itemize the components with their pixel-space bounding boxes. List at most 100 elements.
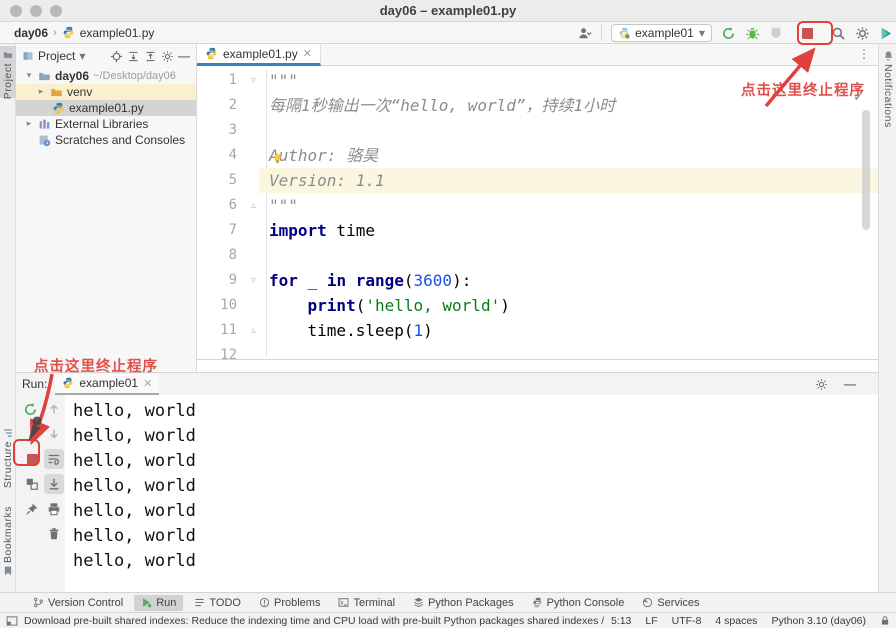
tree-item-venv[interactable]: ▸ venv [16, 84, 196, 100]
tool-window-button-problems[interactable]: Problems [252, 595, 327, 611]
fold-start-icon[interactable]: ▿ [251, 68, 256, 93]
tool-window-tab-notifications[interactable]: Notifications [879, 46, 896, 156]
fold-end-icon[interactable]: ▵ [251, 193, 256, 218]
status-message[interactable]: Download pre-built shared indexes: Reduc… [24, 615, 604, 627]
console-line: hello, world [73, 526, 196, 546]
tool-window-tab-bookmarks[interactable]: Bookmarks [0, 502, 16, 576]
gutter-line-number: 3 [228, 122, 237, 138]
tree-item-external-libraries[interactable]: ▸ External Libraries [16, 116, 196, 132]
project-panel-header: Project ▼ — [16, 44, 196, 68]
expand-all-icon[interactable] [127, 50, 140, 63]
code-editor[interactable]: 1 ▿ 2 3 4 5 6 ▵ 7 8 9 ▿ 10 11 ▵ 12 """ 每隔1秒输出一次“hello, w… [197, 66, 878, 360]
settings-gear-icon[interactable] [855, 26, 870, 41]
gutter-line-number: 12 [220, 347, 237, 360]
fold-end-icon[interactable]: ▵ [251, 318, 256, 343]
tool-window-button-version-control[interactable]: Version Control [26, 595, 130, 611]
project-view-icon [22, 50, 34, 62]
tool-window-switcher-icon[interactable] [6, 615, 18, 627]
tool-window-tab-project[interactable]: Project [0, 46, 16, 99]
chevron-down-icon[interactable]: ▼ [79, 52, 85, 61]
chevron-collapsed-icon[interactable]: ▸ [36, 87, 46, 97]
tool-window-button-services[interactable]: Services [635, 595, 706, 611]
bookmarks-tab-icon [3, 566, 13, 576]
tool-window-tab-structure[interactable]: Structure [0, 424, 16, 488]
user-profile-icon[interactable] [577, 26, 592, 41]
folder-icon [38, 70, 51, 83]
tool-window-button-python-packages[interactable]: Python Packages [406, 595, 521, 611]
breadcrumb-project[interactable]: day06 [14, 26, 48, 40]
debug-button[interactable] [745, 26, 760, 41]
code-line[interactable]: Version: 1.1 [259, 168, 878, 193]
tool-window-button-label: Terminal [353, 596, 396, 609]
code-line[interactable] [259, 243, 878, 268]
tree-item-scratches[interactable]: Scratches and Consoles [16, 132, 196, 148]
indent-setting[interactable]: 4 spaces [715, 615, 757, 627]
tool-window-button-terminal[interactable]: Terminal [331, 595, 402, 611]
project-panel-title[interactable]: Project [38, 49, 75, 63]
hide-panel-icon[interactable]: — [178, 49, 190, 63]
chevron-expanded-icon[interactable]: ▾ [24, 71, 34, 81]
rerun-program-button[interactable] [20, 399, 40, 419]
stop-program-button[interactable] [22, 449, 42, 469]
hide-panel-icon[interactable]: — [844, 377, 856, 391]
locate-file-icon[interactable] [110, 50, 123, 63]
zoom-window-button[interactable] [50, 5, 62, 17]
stop-button[interactable] [801, 27, 813, 39]
code-line[interactable]: Author: 骆昊 [259, 143, 878, 168]
tree-item-day06[interactable]: ▾ day06 ~/Desktop/day06 [16, 68, 196, 84]
console-output[interactable]: hello, world hello, world hello, world hell… [65, 395, 878, 592]
close-tab-icon[interactable]: ✕ [303, 47, 312, 60]
toolbar-separator [601, 25, 603, 41]
line-separator[interactable]: LF [645, 615, 657, 627]
code-with-me-icon[interactable] [879, 26, 894, 41]
tool-window-button-python-console[interactable]: Python Console [525, 595, 632, 611]
problems-icon [259, 597, 270, 608]
tool-window-button-run[interactable]: Run [134, 594, 184, 611]
code-line[interactable]: print('hello, world') [259, 293, 878, 318]
soft-wrap-toggle[interactable] [44, 449, 64, 469]
editor-scrollbar[interactable] [862, 110, 870, 230]
code-line[interactable] [259, 118, 878, 143]
panel-settings-gear-icon[interactable] [161, 50, 174, 63]
file-encoding[interactable]: UTF-8 [672, 615, 702, 627]
pin-tab-button[interactable] [22, 499, 42, 519]
run-panel-gear-icon[interactable] [815, 378, 828, 391]
python-config-icon [618, 27, 630, 39]
fold-start-icon[interactable]: ▿ [251, 268, 256, 293]
traffic-lights[interactable] [10, 5, 62, 17]
caret-position[interactable]: 5:13 [611, 615, 631, 627]
python-interpreter[interactable]: Python 3.10 (day06) [771, 615, 866, 627]
run-configuration-select[interactable]: example01 ▼ [611, 24, 712, 42]
search-everywhere-icon[interactable] [831, 26, 846, 41]
minimize-window-button[interactable] [30, 5, 42, 17]
restore-layout-button[interactable] [22, 474, 42, 494]
code-line[interactable]: import time [259, 218, 878, 243]
print-console-button[interactable] [44, 499, 64, 519]
up-stack-trace-button [44, 399, 64, 419]
close-window-button[interactable] [10, 5, 22, 17]
navigation-bar: day06 › example01.py example01 ▼ [0, 22, 896, 44]
stop-hint-text-bottom: 点击这里终止程序 [34, 359, 158, 375]
code-line[interactable] [259, 343, 878, 359]
tab-options-kebab-icon[interactable]: ⋮ [858, 47, 870, 61]
run-tab-example01[interactable]: example01 ✕ [55, 373, 160, 395]
branch-icon [33, 597, 44, 608]
code-line[interactable]: for _ in range(3600): [259, 268, 878, 293]
editor-tab-example01[interactable]: example01.py ✕ [197, 44, 321, 66]
intention-bulb-icon[interactable] [271, 152, 284, 170]
collapse-all-icon[interactable] [144, 50, 157, 63]
chevron-collapsed-icon[interactable]: ▸ [24, 119, 34, 129]
close-tab-icon[interactable]: ✕ [143, 377, 152, 390]
tool-window-button-todo[interactable]: TODO [187, 595, 248, 611]
code-line[interactable]: time.sleep(1) [259, 318, 878, 343]
lock-icon[interactable] [880, 615, 890, 626]
breadcrumb-file[interactable]: example01.py [80, 26, 155, 40]
tree-item-example01[interactable]: example01.py [16, 100, 196, 116]
clear-console-button[interactable] [44, 524, 64, 544]
scroll-to-end-toggle[interactable] [44, 474, 64, 494]
project-panel: Project ▼ — ▾ day06 ~/Desktop/day06 ▸ ve… [16, 44, 197, 372]
tool-window-button-label: Python Packages [428, 596, 514, 609]
code-line[interactable]: """ [259, 193, 878, 218]
rerun-button[interactable] [721, 26, 736, 41]
right-tool-strip: Notifications [878, 44, 896, 592]
